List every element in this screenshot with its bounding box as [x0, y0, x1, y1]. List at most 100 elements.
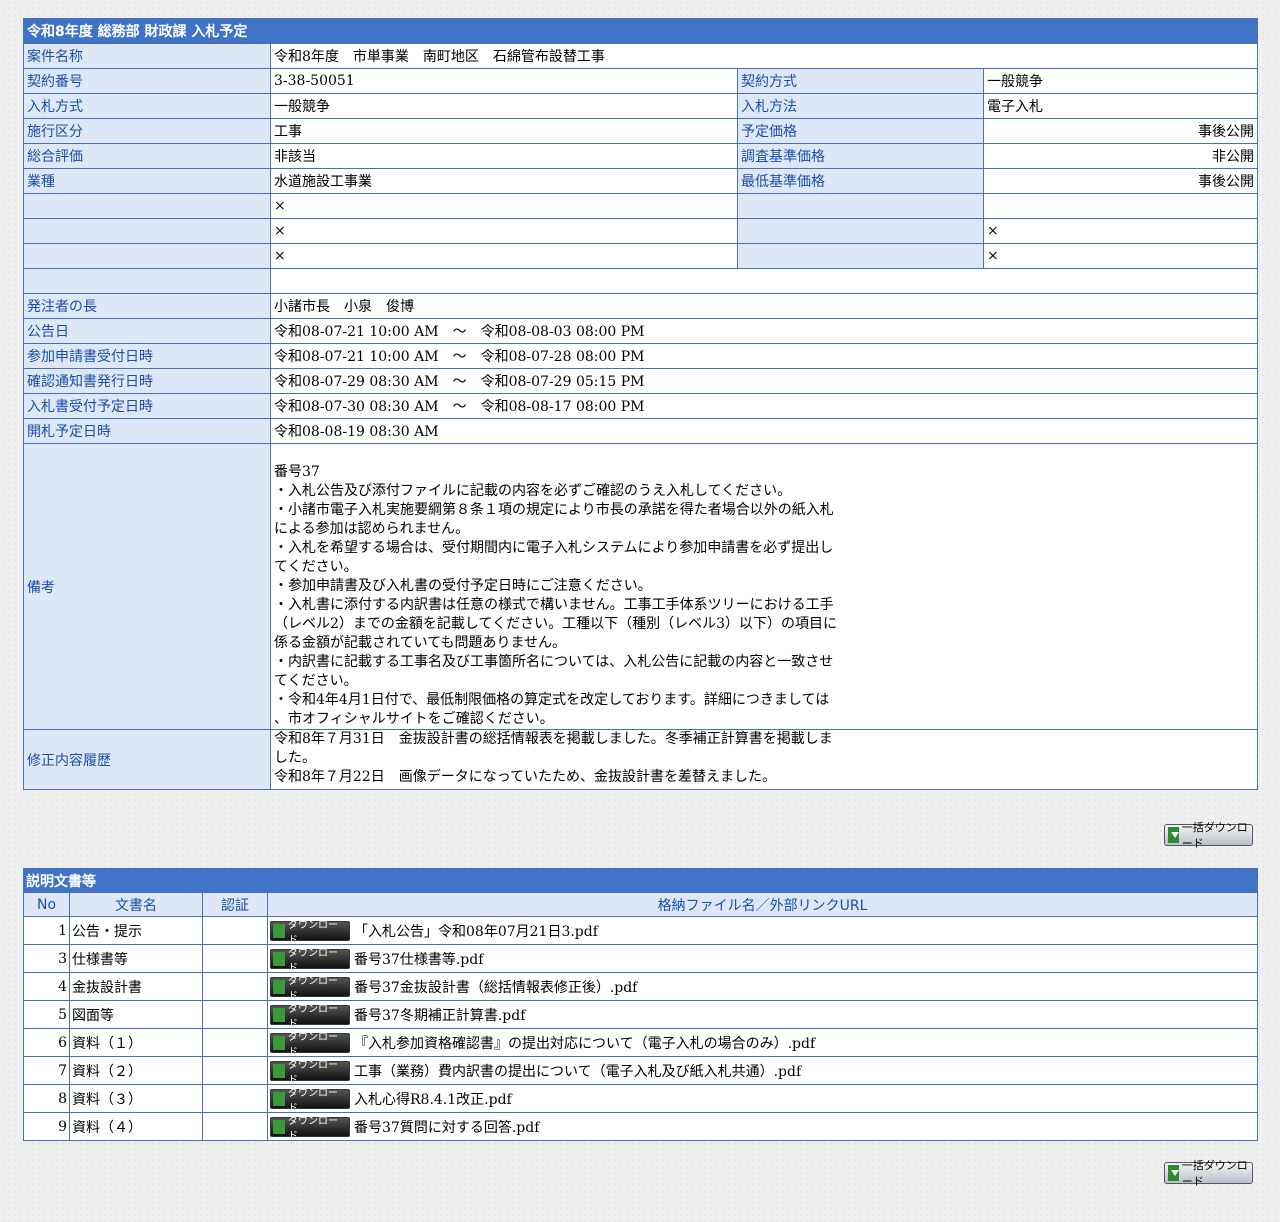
documents-title: 説明文書等 [23, 868, 1258, 893]
bulk-download-button[interactable]: 一括ダウンロード [1164, 821, 1253, 850]
doc-file-cell: ダウンロード 番号37冬期補正計算書.pdf [267, 1000, 1258, 1030]
blank-value [983, 193, 1258, 219]
download-label: ダウンロード [288, 1115, 338, 1142]
blank-mark: × [270, 243, 738, 269]
file-link[interactable]: 番号37金抜設計書（総括情報表修正後）.pdf [354, 980, 637, 996]
rireki-value: 令和8年７月31日 金抜設計書の総括情報表を掲載しました。冬季補正計算書を掲載し… [270, 729, 1258, 790]
file-link[interactable]: 番号37冬期補正計算書.pdf [354, 1008, 525, 1024]
keiyaku-no-value: 3-38-50051 [270, 68, 738, 94]
download-icon [273, 951, 285, 966]
doc-cert [202, 1028, 268, 1057]
file-link[interactable]: 番号37仕様書等.pdf [354, 952, 483, 968]
doc-name: 資料（４） [69, 1112, 203, 1141]
doc-file-cell: ダウンロード 番号37金抜設計書（総括情報表修正後）.pdf [267, 972, 1258, 1002]
yotei-kakaku-value: 事後公開 [983, 118, 1258, 144]
nyusatsu-hoshiki-label: 入札方式 [23, 93, 271, 119]
doc-no: 4 [23, 972, 70, 1001]
blank-label [737, 243, 984, 269]
kakunin-value: 令和08-07-29 08:30 AM ～ 令和08-07-29 05:15 P… [270, 368, 1258, 394]
bid-info-table: 令和8年度 総務部 財政課 入札予定 案件名称 令和8年度 市単事業 南町地区 … [23, 18, 1258, 790]
page-title: 令和8年度 総務部 財政課 入札予定 [23, 18, 1258, 44]
blank-mark: × [270, 193, 738, 219]
file-link[interactable]: 「入札公告」令和08年07月21日3.pdf [354, 924, 598, 940]
anken-label: 案件名称 [23, 43, 271, 69]
download-button[interactable]: ダウンロード [270, 1060, 350, 1086]
saitei-label: 最低基準価格 [737, 168, 984, 194]
nyusatsu-hoho-label: 入札方法 [737, 93, 984, 119]
blank-label [23, 193, 271, 219]
table-row: 7 資料（２） ダウンロード 工事（業務）費内訳書の提出について（電子入札及び紙入札共… [23, 1056, 1258, 1086]
file-link[interactable]: 工事（業務）費内訳書の提出について（電子入札及び紙入札共通）.pdf [354, 1064, 801, 1080]
biko-label: 備考 [23, 443, 271, 730]
sanka-label: 参加申請書受付日時 [23, 343, 271, 369]
doc-file-cell: ダウンロード 「入札公告」令和08年07月21日3.pdf [267, 916, 1258, 946]
blank-label [23, 243, 271, 269]
file-link[interactable]: 『入札参加資格確認書』の提出対応について（電子入札の場合のみ）.pdf [354, 1036, 815, 1052]
file-link[interactable]: 入札心得R8.4.1改正.pdf [354, 1092, 512, 1108]
doc-name: 資料（１） [69, 1028, 203, 1057]
download-label: ダウンロード [288, 1003, 338, 1030]
blank-mark: × [270, 218, 738, 244]
doc-file-cell: ダウンロード 工事（業務）費内訳書の提出について（電子入札及び紙入札共通）.pdf [267, 1056, 1258, 1086]
doc-cert [202, 944, 268, 973]
doc-file-cell: ダウンロード 番号37質問に対する回答.pdf [267, 1112, 1258, 1142]
doc-cert [202, 1112, 268, 1141]
file-link[interactable]: 番号37質問に対する回答.pdf [354, 1120, 539, 1136]
download-icon [273, 979, 285, 994]
chosa-value: 非公開 [983, 143, 1258, 169]
doc-name: 金抜設計書 [69, 972, 203, 1001]
seko-label: 施行区分 [23, 118, 271, 144]
bulk-download-label: 一括ダウンロード [1181, 821, 1248, 850]
rireki-label: 修正内容履歴 [23, 729, 271, 790]
download-icon [273, 1007, 285, 1022]
download-icon [273, 923, 285, 938]
table-row: 9 資料（４） ダウンロード 番号37質問に対する回答.pdf [23, 1112, 1258, 1142]
download-icon [273, 1091, 285, 1106]
download-icon [1168, 827, 1179, 843]
doc-cert [202, 916, 268, 945]
kaisatsu-label: 開札予定日時 [23, 418, 271, 444]
doc-name: 資料（２） [69, 1056, 203, 1085]
download-button[interactable]: ダウンロード [270, 1116, 350, 1142]
blank-label [23, 268, 271, 294]
blank-label [737, 218, 984, 244]
download-label: ダウンロード [288, 1031, 338, 1058]
download-icon [273, 1119, 285, 1134]
table-row: 6 資料（１） ダウンロード 『入札参加資格確認書』の提出対応について（電子入札の場合… [23, 1028, 1258, 1058]
download-button[interactable]: ダウンロード [270, 1088, 350, 1114]
download-icon [1168, 1165, 1179, 1181]
col-name: 文書名 [69, 892, 203, 917]
blank-label [737, 193, 984, 219]
download-label: ダウンロード [288, 947, 338, 974]
hacchusha-value: 小諸市長 小泉 俊博 [270, 293, 1258, 319]
download-button[interactable]: ダウンロード [270, 1032, 350, 1058]
download-label: ダウンロード [288, 1087, 338, 1114]
doc-no: 9 [23, 1112, 70, 1141]
doc-no: 5 [23, 1000, 70, 1029]
kakunin-label: 確認通知書発行日時 [23, 368, 271, 394]
download-label: ダウンロード [288, 1059, 338, 1086]
gyoshu-label: 業種 [23, 168, 271, 194]
table-row: 4 金抜設計書 ダウンロード 番号37金抜設計書（総括情報表修正後）.pdf [23, 972, 1258, 1002]
col-no: No [23, 892, 70, 917]
download-button[interactable]: ダウンロード [270, 976, 350, 1002]
download-button[interactable]: ダウンロード [270, 920, 350, 946]
biko-value: 番号37 ・入札公告及び添付ファイルに記載の内容を必ずご確認のうえ入札してくださ… [270, 443, 1258, 730]
col-file: 格納ファイル名／外部リンクURL [267, 892, 1258, 917]
blank-mark: × [983, 243, 1258, 269]
download-label: ダウンロード [288, 919, 338, 946]
table-row: 3 仕様書等 ダウンロード 番号37仕様書等.pdf [23, 944, 1258, 974]
blank-value [270, 268, 1258, 294]
hacchusha-label: 発注者の長 [23, 293, 271, 319]
doc-no: 8 [23, 1084, 70, 1113]
download-icon [273, 1035, 285, 1050]
col-cert: 認証 [202, 892, 268, 917]
download-button[interactable]: ダウンロード [270, 948, 350, 974]
doc-file-cell: ダウンロード 番号37仕様書等.pdf [267, 944, 1258, 974]
bulk-download-button[interactable]: 一括ダウンロード [1164, 1159, 1253, 1188]
kokoku-value: 令和08-07-21 10:00 AM ～ 令和08-08-03 08:00 P… [270, 318, 1258, 344]
sogo-value: 非該当 [270, 143, 738, 169]
sanka-value: 令和08-07-21 10:00 AM ～ 令和08-07-28 08:00 P… [270, 343, 1258, 369]
download-button[interactable]: ダウンロード [270, 1004, 350, 1030]
bulk-download-label: 一括ダウンロード [1181, 1159, 1248, 1188]
